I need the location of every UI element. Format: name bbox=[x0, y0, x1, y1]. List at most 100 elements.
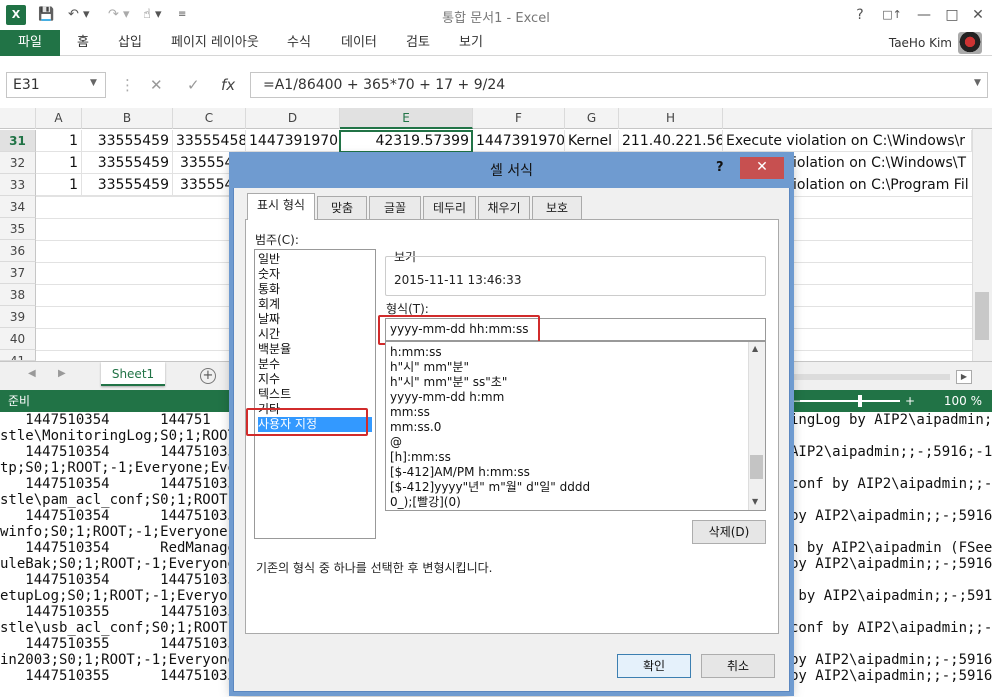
column-header[interactable]: F bbox=[473, 108, 565, 129]
zoom-in-icon[interactable]: + bbox=[905, 390, 915, 412]
row-header[interactable]: 39 bbox=[0, 306, 36, 328]
row-header[interactable]: 38 bbox=[0, 284, 36, 306]
file-tab[interactable]: 파일 bbox=[0, 30, 60, 56]
tab-review[interactable]: 검토 bbox=[406, 30, 430, 56]
tab-font[interactable]: 글꼴 bbox=[369, 196, 421, 219]
column-header[interactable]: G bbox=[565, 108, 619, 129]
tab-formulas[interactable]: 수식 bbox=[287, 30, 311, 56]
row-header[interactable]: 41 bbox=[0, 350, 36, 361]
formula-input[interactable]: =A1/86400 + 365*70 + 17 + 9/24 bbox=[250, 72, 988, 98]
list-item[interactable]: 통화 bbox=[258, 282, 372, 297]
scroll-right-icon[interactable]: ▶ bbox=[58, 368, 66, 379]
cell[interactable]: iolation on C:\Program Fil bbox=[790, 174, 972, 196]
expand-formula-icon[interactable]: ▼ bbox=[974, 78, 981, 88]
tab-protection[interactable]: 보호 bbox=[532, 196, 582, 219]
cell[interactable]: 33555458 bbox=[173, 130, 246, 152]
minimize-button[interactable]: — bbox=[910, 4, 938, 26]
user-name[interactable]: TaeHo Kim bbox=[889, 30, 952, 56]
cell[interactable]: 33555459 bbox=[82, 130, 173, 152]
row-header[interactable]: 32 bbox=[0, 152, 36, 174]
cell[interactable]: 1447391970 bbox=[246, 130, 340, 152]
row-header[interactable]: 40 bbox=[0, 328, 36, 350]
insert-function-icon[interactable]: fx bbox=[221, 72, 235, 98]
row-header[interactable]: 36 bbox=[0, 240, 36, 262]
column-header[interactable]: E bbox=[340, 108, 473, 129]
column-header[interactable]: D bbox=[246, 108, 340, 129]
dialog-close-button[interactable]: ✕ bbox=[740, 157, 784, 179]
row-header[interactable]: 34 bbox=[0, 196, 36, 218]
list-item[interactable]: h:mm:ss bbox=[390, 345, 761, 360]
select-all-corner[interactable] bbox=[0, 108, 36, 129]
avatar[interactable] bbox=[958, 32, 982, 54]
scroll-left-icon[interactable]: ◀ bbox=[28, 368, 36, 379]
tab-alignment[interactable]: 맞춤 bbox=[317, 196, 367, 219]
list-item[interactable]: 숫자 bbox=[258, 267, 372, 282]
list-item[interactable]: 시간 bbox=[258, 327, 372, 342]
list-item[interactable]: 0_);[빨강](0) bbox=[390, 495, 761, 510]
tab-number[interactable]: 표시 형식 bbox=[247, 193, 315, 220]
column-header[interactable]: B bbox=[82, 108, 173, 129]
chevron-up-icon[interactable]: ▲ bbox=[752, 344, 758, 353]
ok-button[interactable]: 확인 bbox=[617, 654, 691, 678]
tab-view[interactable]: 보기 bbox=[459, 30, 483, 56]
column-header[interactable]: C bbox=[173, 108, 246, 129]
zoom-slider[interactable] bbox=[800, 400, 900, 402]
list-item[interactable]: yyyy-mm-dd h:mm bbox=[390, 390, 761, 405]
list-item[interactable]: mm:ss.0 bbox=[390, 420, 761, 435]
zoom-slider-thumb[interactable] bbox=[858, 395, 862, 407]
list-item[interactable]: 일반 bbox=[258, 252, 372, 267]
zoom-out-icon[interactable]: − bbox=[792, 390, 802, 412]
cell[interactable]: 33555459 bbox=[82, 152, 173, 174]
cancel-button[interactable]: 취소 bbox=[701, 654, 775, 678]
category-list[interactable]: 일반 숫자 통화 회계 날짜 시간 백분율 분수 지수 텍스트 기타 사용자 지… bbox=[254, 249, 376, 539]
list-item[interactable]: 백분율 bbox=[258, 342, 372, 357]
list-item[interactable]: 분수 bbox=[258, 357, 372, 372]
chevron-down-icon[interactable]: ▼ bbox=[90, 78, 97, 88]
format-list[interactable]: h:mm:ss h"시" mm"분" h"시" mm"분" ss"초" yyyy… bbox=[385, 341, 766, 511]
cell[interactable]: 1 bbox=[36, 130, 82, 152]
zoom-level[interactable]: 100 % bbox=[944, 390, 982, 412]
list-item[interactable]: h"시" mm"분" bbox=[390, 360, 761, 375]
cell[interactable]: Execute violation on C:\Windows\r bbox=[723, 130, 972, 152]
confirm-entry-icon[interactable]: ✓ bbox=[187, 72, 200, 98]
cell[interactable]: 33555459 bbox=[82, 174, 173, 196]
cell[interactable]: 1447391970 bbox=[473, 130, 565, 152]
list-item[interactable]: h"시" mm"분" ss"초" bbox=[390, 375, 761, 390]
list-item[interactable]: [h]:mm:ss bbox=[390, 450, 761, 465]
list-item[interactable]: @ bbox=[390, 435, 761, 450]
cell[interactable]: 211.40.221.56 bbox=[619, 130, 723, 152]
list-item[interactable]: 날짜 bbox=[258, 312, 372, 327]
cell[interactable]: 1 bbox=[36, 152, 82, 174]
scrollbar-thumb[interactable] bbox=[975, 292, 989, 340]
row-header[interactable]: 33 bbox=[0, 174, 36, 196]
maximize-button[interactable]: □ bbox=[938, 4, 966, 26]
chevron-down-icon[interactable]: ▼ bbox=[752, 497, 758, 506]
tab-home[interactable]: 홈 bbox=[77, 30, 89, 56]
row-header[interactable]: 35 bbox=[0, 218, 36, 240]
format-list-scrollbar[interactable] bbox=[748, 342, 765, 510]
list-item[interactable]: [$-412]yyyy"년" m"월" d"일" dddd bbox=[390, 480, 761, 495]
tab-border[interactable]: 테두리 bbox=[423, 196, 476, 219]
list-item[interactable]: [$-412]AM/PM h:mm:ss bbox=[390, 465, 761, 480]
tab-fill[interactable]: 채우기 bbox=[478, 196, 530, 219]
list-item[interactable]: 지수 bbox=[258, 372, 372, 387]
tab-data[interactable]: 데이터 bbox=[341, 30, 377, 56]
sheet-tab[interactable]: Sheet1 bbox=[101, 362, 165, 386]
help-button[interactable]: ? bbox=[846, 4, 874, 26]
list-item[interactable]: 회계 bbox=[258, 297, 372, 312]
column-header[interactable]: H bbox=[619, 108, 723, 129]
row-header[interactable]: 37 bbox=[0, 262, 36, 284]
scroll-right-icon[interactable]: ▶ bbox=[956, 370, 972, 384]
list-item[interactable]: mm:ss bbox=[390, 405, 761, 420]
ribbon-display-options-button[interactable]: □↑ bbox=[878, 4, 906, 26]
dialog-help-button[interactable]: ? bbox=[716, 160, 724, 175]
cancel-entry-icon[interactable]: ✕ bbox=[150, 72, 163, 98]
tab-page-layout[interactable]: 페이지 레이아웃 bbox=[171, 30, 259, 56]
cell[interactable]: iolation on C:\Windows\T bbox=[790, 152, 972, 174]
add-sheet-icon[interactable]: + bbox=[200, 368, 216, 384]
delete-button[interactable]: 삭제(D) bbox=[692, 520, 766, 544]
list-item[interactable]: 텍스트 bbox=[258, 387, 372, 402]
close-window-button[interactable]: ✕ bbox=[964, 4, 992, 26]
column-header[interactable]: A bbox=[36, 108, 82, 129]
cell[interactable]: Kernel bbox=[565, 130, 619, 152]
